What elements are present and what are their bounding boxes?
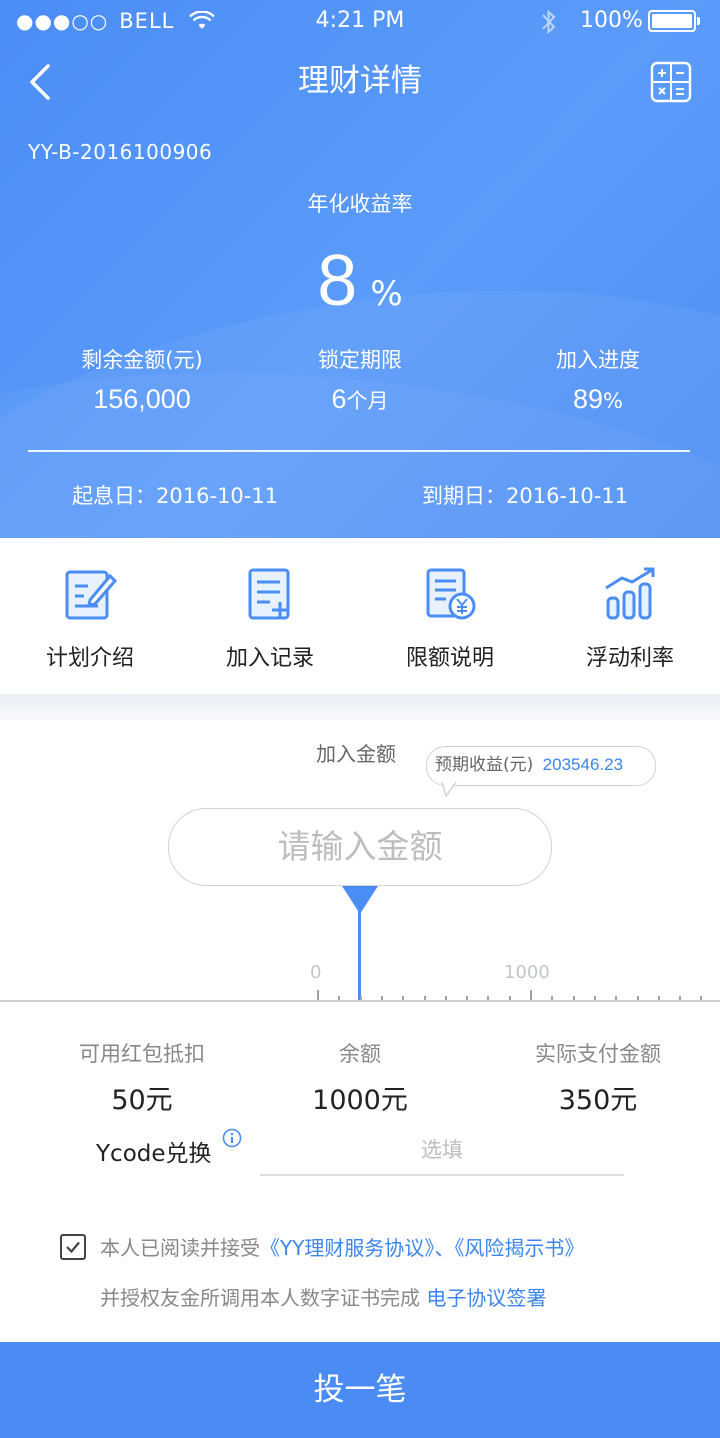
chevron-left-icon (30, 64, 50, 100)
edit-document-icon (65, 570, 118, 620)
stat-label: 加入进度 (556, 348, 640, 372)
amount-ruler[interactable] (0, 960, 720, 1002)
end-date: 到期日：2016-10-11 (422, 484, 629, 508)
stat-label: 剩余金额(元) (81, 348, 203, 372)
expected-label: 预期收益(元) (435, 755, 534, 775)
agreement-text: 本人已阅读并接受 (100, 1236, 260, 1260)
menu-limit-info[interactable]: 限额说明 (360, 566, 540, 676)
menu-plan-intro[interactable]: 计划介绍 (0, 566, 180, 676)
bubble-tail (441, 782, 457, 798)
agreement-checkbox[interactable] (60, 1234, 86, 1260)
e-sign-link[interactable]: 电子协议签署 (426, 1286, 546, 1310)
rate-unit: % (370, 274, 403, 314)
expected-earnings-bubble: 预期收益(元) 203546.23 (426, 746, 656, 786)
status-time: 4:21 PM (315, 8, 405, 33)
stat-label: 锁定期限 (318, 348, 402, 372)
start-date: 起息日：2016-10-11 (72, 484, 279, 508)
menu-label: 限额说明 (405, 646, 494, 671)
amount-label: 加入金额 (316, 742, 396, 766)
summary-value: 50元 (111, 1085, 173, 1116)
stat-value: 156,000 (93, 384, 191, 414)
ycode-input[interactable]: 选填 (260, 1130, 624, 1176)
summary-actual-pay: 实际支付金额 350元 (508, 1038, 688, 1117)
battery-percent: 100% (580, 8, 643, 33)
submit-button[interactable]: 投一笔 (0, 1342, 720, 1438)
page-title: 理财详情 (298, 63, 422, 99)
section-separator (0, 694, 720, 720)
rate-display: 8 % (0, 236, 720, 326)
agreement-line-2: 并授权友金所调用本人数字证书完成 电子协议签署 (100, 1282, 546, 1311)
agreement-separator: 、 (434, 1236, 455, 1260)
expected-value: 203546.23 (542, 755, 624, 774)
menu-floating-rate[interactable]: 浮动利率 (540, 566, 720, 676)
summary-label: 余额 (339, 1042, 381, 1066)
agreement-line-1: 本人已阅读并接受《YY理财服务协议》、《风险揭示书》 (100, 1232, 584, 1261)
amount-input[interactable]: 请输入金额 (168, 808, 552, 886)
check-icon (66, 1241, 80, 1254)
calculator-button[interactable] (650, 61, 692, 103)
stat-remaining: 剩余金额(元) 156,000 (52, 344, 232, 415)
summary-value: 350元 (558, 1085, 638, 1116)
signal-dots-icon: ●●●○○ (16, 9, 109, 33)
carrier-name: BELL (119, 9, 175, 33)
stat-value: 89 (572, 384, 604, 414)
stat-unit: 个月 (346, 389, 389, 413)
risk-disclosure-link[interactable]: 《风险揭示书》 (454, 1236, 584, 1260)
summary-label: 实际支付金额 (535, 1042, 661, 1066)
menu-label: 加入记录 (225, 646, 314, 671)
ruler-baseline (0, 1000, 720, 1002)
rate-value: 8 (317, 241, 358, 321)
summary-value: 1000元 (312, 1085, 408, 1116)
wifi-icon (189, 10, 216, 29)
ycode-label: Ycode兑换 (96, 1141, 212, 1167)
bluetooth-icon (542, 9, 556, 35)
signal-strength: ●●●○○ BELL (16, 6, 216, 36)
info-icon[interactable] (222, 1128, 242, 1148)
agreement-text: 并授权友金所调用本人数字证书完成 (100, 1286, 420, 1310)
summary-balance: 余额 1000元 (270, 1038, 450, 1117)
stat-lock-period: 锁定期限 6个月 (270, 344, 450, 415)
ycode-placeholder: 选填 (421, 1138, 463, 1162)
summary-label: 可用红包抵扣 (79, 1042, 205, 1066)
amount-placeholder: 请输入金额 (277, 827, 443, 866)
menu-label: 计划介绍 (45, 646, 134, 671)
stat-unit: % (603, 389, 623, 413)
bar-chart-trend-icon (605, 567, 655, 620)
menu-join-record[interactable]: 加入记录 (180, 566, 360, 676)
product-code: YY-B-2016100906 (28, 140, 213, 164)
add-record-icon (248, 568, 290, 620)
summary-red-envelope: 可用红包抵扣 50元 (52, 1038, 232, 1117)
calculator-icon (650, 61, 692, 103)
submit-label: 投一笔 (313, 1372, 407, 1408)
stat-value: 6 (331, 384, 347, 414)
back-button[interactable] (18, 58, 66, 106)
yen-document-icon (426, 568, 476, 620)
divider (28, 450, 690, 452)
service-agreement-link[interactable]: 《YY理财服务协议》 (260, 1236, 434, 1260)
rate-label: 年化收益率 (307, 192, 413, 216)
stat-progress: 加入进度 89% (508, 344, 688, 415)
battery-icon (648, 10, 700, 32)
menu-label: 浮动利率 (585, 646, 674, 671)
